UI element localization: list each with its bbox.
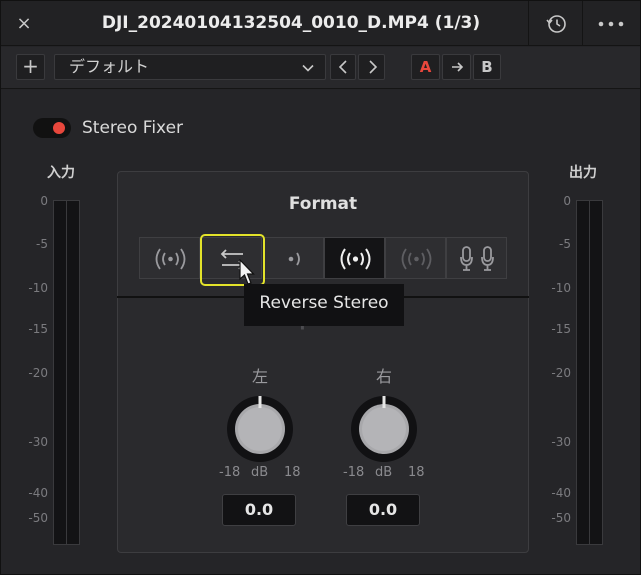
chevron-right-icon	[369, 60, 378, 74]
broadcast-dim-icon	[401, 248, 432, 270]
meter-tick-label: -50	[28, 511, 48, 525]
toggle-indicator	[53, 122, 65, 134]
add-preset-button[interactable]: +	[16, 54, 45, 80]
meter-tick-label: -5	[36, 237, 48, 251]
tooltip: Reverse Stereo	[244, 284, 404, 326]
format-right-only-button[interactable]	[263, 237, 324, 279]
preset-toolbar: + デフォルト A B	[1, 47, 640, 89]
dual-mic-icon	[460, 246, 494, 271]
meter-tick-label: 0	[563, 194, 571, 208]
copy-a-to-b-button[interactable]	[442, 54, 471, 80]
left-gain-unit: dB	[251, 465, 269, 480]
right-gain-max: 18	[408, 465, 425, 480]
swap-arrows-icon	[220, 249, 245, 270]
format-stereo-button[interactable]	[139, 237, 200, 279]
input-meter-title: 入力	[47, 165, 75, 181]
title-separator	[528, 1, 529, 46]
broadcast-stereo-icon	[155, 248, 186, 270]
compare-b-button[interactable]: B	[473, 54, 501, 80]
format-label: Format	[288, 194, 358, 214]
compare-a-button[interactable]: A	[411, 54, 440, 80]
left-gain-max: 18	[284, 465, 301, 480]
output-meter	[576, 200, 603, 545]
meter-tick-label: -5	[559, 237, 571, 251]
history-icon[interactable]	[541, 9, 571, 39]
meter-tick-label: -10	[28, 281, 48, 295]
title-bar: × DJI_20240104132504_0010_D.MP4 (1/3)	[1, 1, 640, 46]
more-icon[interactable]	[591, 9, 631, 39]
plugin-window: × DJI_20240104132504_0010_D.MP4 (1/3) + …	[0, 0, 641, 575]
meter-tick-label: -30	[28, 435, 48, 449]
format-panel	[117, 171, 529, 553]
right-gain-value[interactable]: 0.0	[346, 494, 420, 526]
input-meter	[53, 200, 80, 545]
left-gain-min: -18	[219, 465, 241, 480]
preset-label: デフォルト	[69, 57, 150, 76]
next-preset-button[interactable]	[358, 54, 385, 80]
right-channel-label: 右	[375, 367, 392, 386]
right-gain-min: -18	[343, 465, 365, 480]
previous-preset-button[interactable]	[330, 54, 356, 80]
format-mono-button[interactable]	[324, 237, 385, 279]
output-meter-title: 出力	[569, 165, 597, 181]
format-reverse-stereo-button[interactable]	[201, 237, 262, 279]
meter-tick-label: 0	[40, 194, 48, 208]
meter-tick-label: -20	[551, 366, 571, 380]
chevron-down-icon	[302, 64, 314, 72]
right-gain-unit: dB	[375, 465, 393, 480]
plugin-name: Stereo Fixer	[82, 118, 184, 138]
broadcast-mono-icon	[340, 248, 371, 270]
right-gain-knob[interactable]	[349, 394, 419, 464]
meter-tick-label: -40	[28, 486, 48, 500]
meter-tick-label: -30	[551, 435, 571, 449]
meter-tick-label: -40	[551, 486, 571, 500]
broadcast-right-icon	[288, 252, 300, 266]
left-gain-knob[interactable]	[225, 394, 295, 464]
format-dual-mono-button[interactable]	[446, 237, 507, 279]
plugin-enable-toggle[interactable]	[33, 118, 71, 138]
title-separator	[582, 1, 583, 46]
arrow-right-icon	[452, 62, 464, 72]
close-icon[interactable]: ×	[11, 11, 37, 37]
meter-tick-label: -15	[28, 322, 48, 336]
meter-tick-label: -15	[551, 322, 571, 336]
window-title: DJI_20240104132504_0010_D.MP4 (1/3)	[101, 13, 481, 33]
meter-tick-label: -10	[551, 281, 571, 295]
meter-tick-label: -20	[28, 366, 48, 380]
left-channel-label: 左	[251, 367, 268, 386]
chevron-left-icon	[338, 60, 347, 74]
preset-dropdown[interactable]: デフォルト	[54, 54, 326, 80]
format-dim-button[interactable]	[385, 237, 446, 279]
left-gain-value[interactable]: 0.0	[222, 494, 296, 526]
meter-tick-label: -50	[551, 511, 571, 525]
